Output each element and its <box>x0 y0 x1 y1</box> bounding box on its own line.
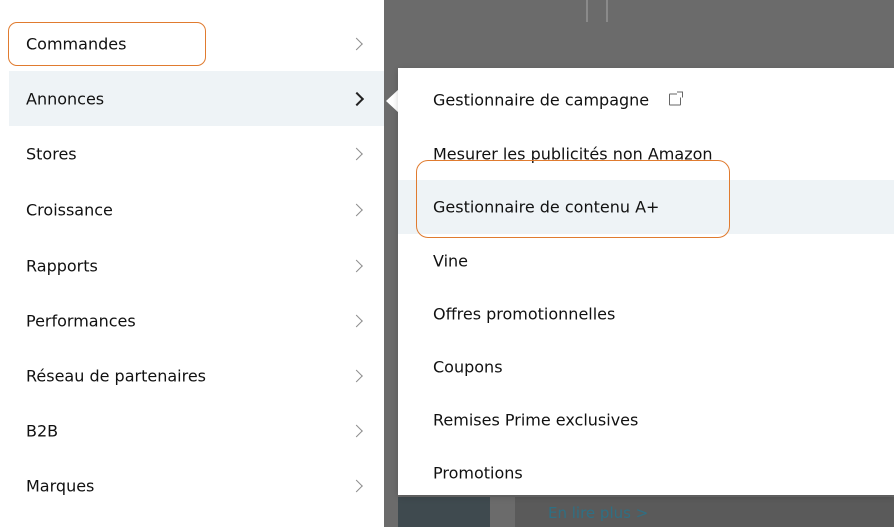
submenu-annonces: Gestionnaire de campagne Mesurer les pub… <box>398 68 894 495</box>
submenu-item-gestionnaire-campagne[interactable]: Gestionnaire de campagne <box>398 73 894 127</box>
main-item-stores[interactable]: Stores <box>9 126 384 181</box>
chevron-right-icon <box>349 91 365 106</box>
backdrop-divider <box>606 0 608 22</box>
backdrop-divider <box>586 0 588 22</box>
main-item-label: Performances <box>26 311 136 330</box>
external-link-icon <box>669 91 684 105</box>
chevron-right-icon <box>350 37 363 50</box>
main-item-croissance[interactable]: Croissance <box>9 182 384 237</box>
chevron-right-icon <box>350 203 363 216</box>
chevron-right-icon <box>350 314 363 327</box>
submenu-item-mesurer-publicites[interactable]: Mesurer les publicités non Amazon <box>398 127 894 181</box>
main-item-label: Stores <box>26 144 77 163</box>
main-item-label: Commandes <box>26 34 127 53</box>
background-block <box>398 497 490 527</box>
main-item-commandes[interactable]: Commandes <box>9 16 384 71</box>
submenu-item-remises-prime[interactable]: Remises Prime exclusives <box>398 393 894 447</box>
main-item-annonces[interactable]: Annonces <box>9 71 384 126</box>
submenu-item-label: Vine <box>433 251 469 271</box>
submenu-item-offres-promotionnelles[interactable]: Offres promotionnelles <box>398 287 894 341</box>
submenu-item-vine[interactable]: Vine <box>398 234 894 288</box>
main-item-performances[interactable]: Performances <box>9 293 384 348</box>
read-more-link[interactable]: En lire plus > <box>548 504 648 522</box>
main-item-rapports[interactable]: Rapports <box>9 238 384 293</box>
main-item-reseau-partenaires[interactable]: Réseau de partenaires <box>9 348 384 403</box>
main-item-b2b[interactable]: B2B <box>9 403 384 458</box>
main-item-label: B2B <box>26 421 59 440</box>
submenu-item-coupons[interactable]: Coupons <box>398 340 894 394</box>
chevron-right-icon <box>350 424 363 437</box>
submenu-item-label: Offres promotionnelles <box>433 304 616 324</box>
submenu-item-label: Remises Prime exclusives <box>433 410 639 430</box>
submenu-item-promotions[interactable]: Promotions <box>398 446 894 500</box>
chevron-right-icon <box>350 369 363 382</box>
main-item-label: Marques <box>26 476 95 495</box>
submenu-item-text: Gestionnaire de campagne <box>433 90 650 110</box>
main-item-label: Réseau de partenaires <box>26 366 206 385</box>
main-item-label: Croissance <box>26 200 113 219</box>
main-nav-menu: Commandes Annonces Stores Croissance Rap… <box>0 0 384 527</box>
main-item-label: Annonces <box>26 89 105 108</box>
main-item-marques[interactable]: Marques <box>9 458 384 513</box>
screen: En lire plus > Commandes Annonces Stores… <box>0 0 894 527</box>
main-item-label: Rapports <box>26 256 98 275</box>
submenu-item-label: Gestionnaire de campagne <box>433 90 684 110</box>
chevron-right-icon <box>350 147 363 160</box>
submenu-item-label: Mesurer les publicités non Amazon <box>433 144 713 164</box>
chevron-right-icon <box>350 479 363 492</box>
submenu-item-contenu-a-plus[interactable]: Gestionnaire de contenu A+ <box>398 180 894 234</box>
submenu-item-label: Gestionnaire de contenu A+ <box>433 197 660 217</box>
submenu-item-label: Promotions <box>433 463 523 483</box>
submenu-item-label: Coupons <box>433 357 503 377</box>
chevron-right-icon <box>350 259 363 272</box>
